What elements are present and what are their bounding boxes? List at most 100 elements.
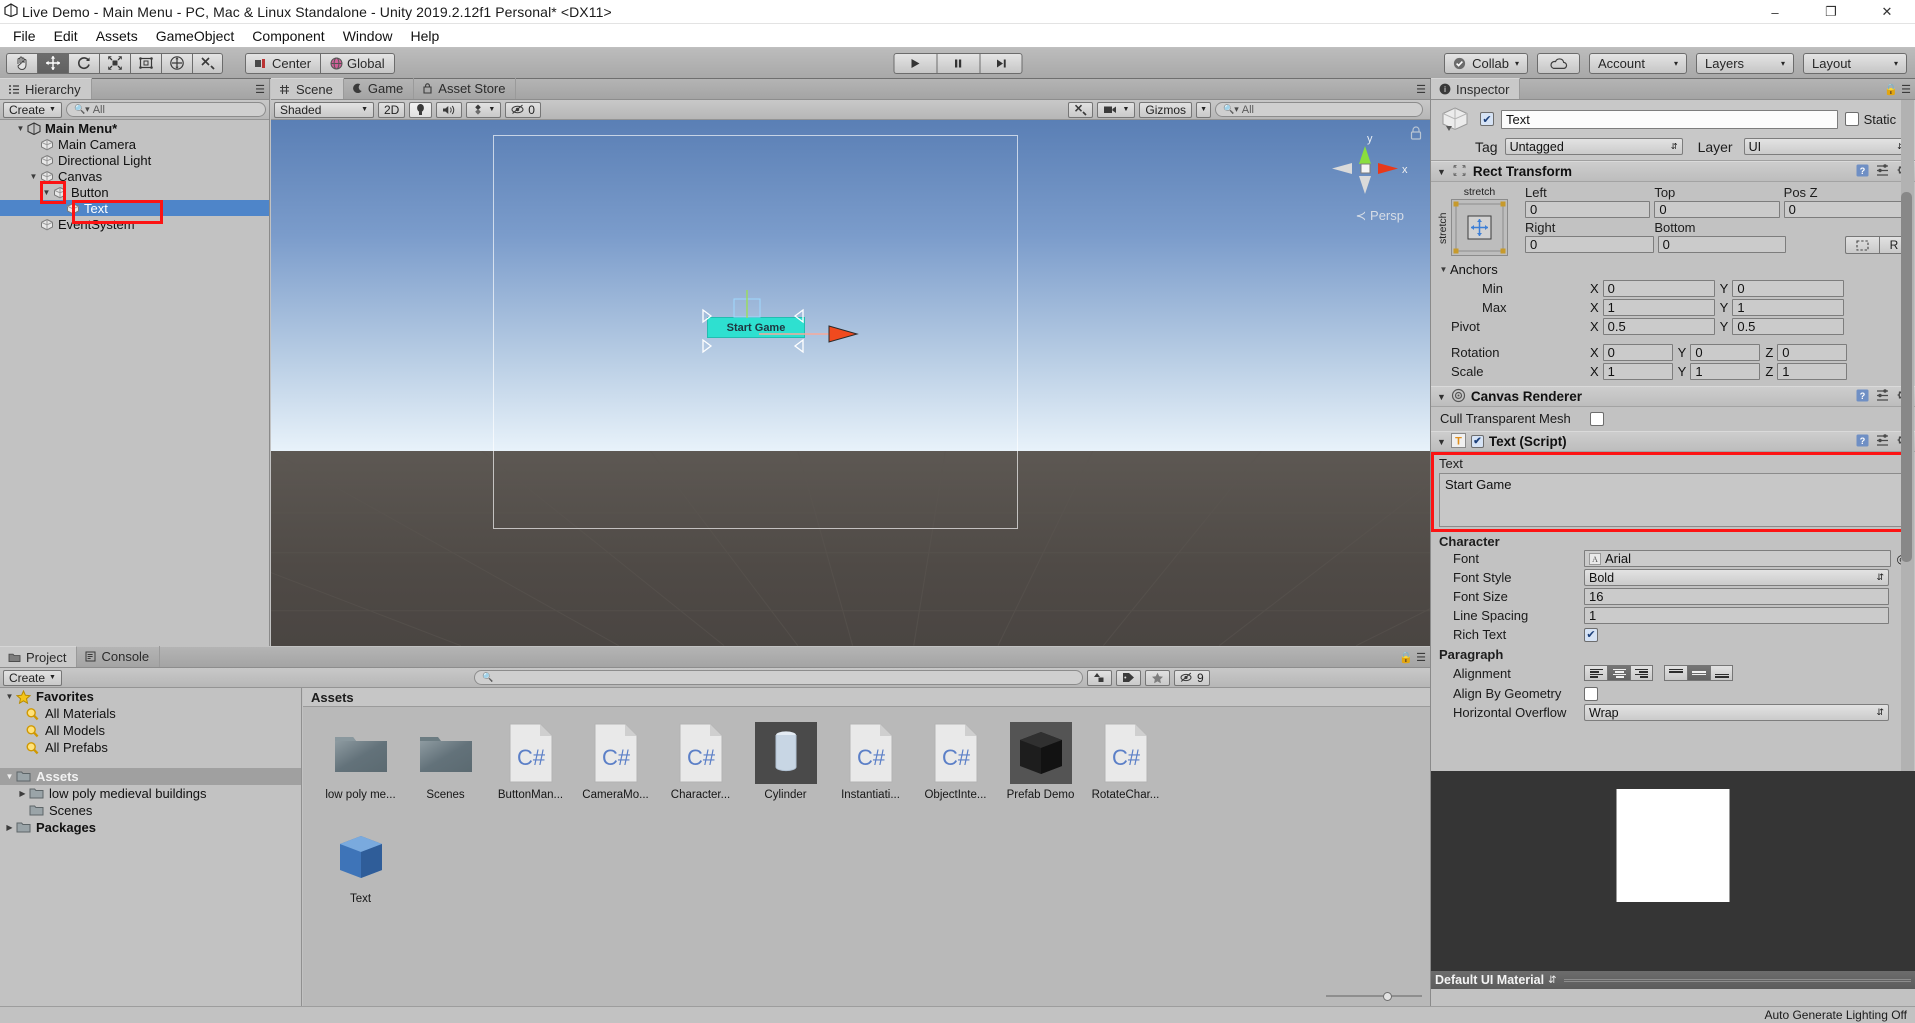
posz-field[interactable]: 0 (1783, 201, 1909, 218)
scene-search-input[interactable]: 🔍▾ All (1215, 102, 1423, 117)
project-row-all-materials[interactable]: All Materials (0, 705, 301, 722)
foldout-icon[interactable] (3, 692, 16, 701)
close-button[interactable]: ✕ (1859, 0, 1915, 24)
project-row-assets[interactable]: Assets (0, 768, 301, 785)
asset-item-character[interactable]: C# Character... (665, 721, 736, 801)
foldout-icon-button[interactable] (40, 188, 53, 197)
component-header-rect-transform[interactable]: ▼ Rect Transform ? (1431, 161, 1915, 182)
rect-tool-button[interactable] (130, 52, 161, 74)
preset-icon[interactable] (1876, 163, 1889, 180)
slider-knob[interactable] (1383, 991, 1392, 1001)
text-script-enabled-checkbox[interactable]: ✔ (1470, 435, 1484, 448)
tab-inspector[interactable]: i Inspector (1431, 78, 1521, 99)
cull-transparent-mesh-checkbox[interactable] (1590, 411, 1604, 426)
scale-z-field[interactable]: 1 (1777, 363, 1848, 380)
foldout-icon[interactable]: ▼ (1437, 392, 1446, 402)
inspector-scrollbar-thumb[interactable] (1901, 192, 1912, 562)
anchor-min-y-field[interactable]: 0 (1732, 280, 1845, 297)
pause-button[interactable] (936, 52, 979, 74)
align-bottom-button[interactable] (1710, 665, 1733, 681)
asset-zoom-slider[interactable] (1326, 989, 1422, 1003)
minimize-button[interactable]: – (1747, 0, 1803, 24)
menu-gameobject[interactable]: GameObject (147, 26, 244, 46)
help-icon[interactable]: ? (1856, 389, 1869, 405)
align-by-geometry-checkbox[interactable] (1584, 686, 1598, 701)
project-row-favorites[interactable]: Favorites (0, 688, 301, 705)
hierarchy-panel-menu[interactable]: ☰ (255, 83, 265, 96)
hierarchy-row-eventsystem[interactable]: EventSystem (0, 216, 269, 232)
top-field[interactable]: 0 (1654, 201, 1780, 218)
play-button[interactable] (893, 52, 936, 74)
rotate-tool-button[interactable] (68, 52, 99, 74)
hidden-packages-button[interactable]: 9 (1173, 669, 1210, 686)
tab-scene[interactable]: Scene (271, 78, 344, 99)
space-mode-button[interactable]: Global (320, 52, 395, 74)
align-center-button[interactable] (1607, 665, 1630, 681)
gameobject-enabled-checkbox[interactable]: ✔ (1480, 112, 1494, 126)
scene-fx-dropdown[interactable]: ▼ (466, 101, 502, 118)
asset-item-buttonmanager[interactable]: C# ButtonMan... (495, 721, 566, 801)
horizontal-overflow-dropdown[interactable]: Wrap ⇵ (1584, 704, 1889, 721)
tag-dropdown[interactable]: Untagged ⇵ (1504, 138, 1683, 155)
static-checkbox[interactable] (1844, 112, 1859, 126)
scene-audio-toggle[interactable] (436, 101, 463, 118)
bottom-field[interactable]: 0 (1657, 236, 1787, 253)
layer-dropdown[interactable]: UI ⇵ (1743, 138, 1909, 155)
anchor-preset-button[interactable] (1451, 199, 1508, 256)
anchor-max-x-field[interactable]: 1 (1602, 299, 1715, 316)
tab-console[interactable]: Console (77, 646, 161, 667)
asset-item-cylinder[interactable]: Cylinder (750, 721, 821, 801)
hand-tool-button[interactable] (6, 52, 37, 74)
panel-options-icon[interactable]: ☰ (255, 83, 265, 96)
scene-start-game-button[interactable]: Start Game (707, 317, 805, 338)
panel-options-icon[interactable]: ☰ (1901, 83, 1911, 96)
draw-mode-dropdown[interactable]: Shaded ▼ (274, 101, 374, 118)
align-right-button[interactable] (1630, 665, 1653, 681)
hierarchy-create-button[interactable]: Create ▼ (3, 101, 62, 118)
menu-help[interactable]: Help (401, 26, 448, 46)
inspector-panel-menu[interactable]: 🔒 ☰ (1884, 83, 1911, 96)
menu-file[interactable]: File (4, 26, 45, 46)
layout-dropdown[interactable]: Layout ▾ (1803, 52, 1907, 74)
pivot-mode-button[interactable]: Center (245, 52, 321, 74)
tab-asset-store[interactable]: Asset Store (414, 78, 517, 99)
align-top-button[interactable] (1664, 665, 1687, 681)
rotation-z-field[interactable]: 0 (1777, 344, 1848, 361)
custom-tool-button[interactable] (192, 52, 223, 74)
project-row-low-poly[interactable]: low poly medieval buildings (0, 785, 301, 802)
foldout-icon[interactable] (3, 772, 16, 781)
project-row-all-models[interactable]: All Models (0, 722, 301, 739)
project-search-input[interactable]: 🔍 (473, 670, 1083, 685)
line-spacing-field[interactable]: 1 (1584, 607, 1889, 624)
hierarchy-row-canvas[interactable]: Canvas (0, 168, 269, 184)
gizmos-dropdown-arrow[interactable]: ▼ (1196, 101, 1211, 118)
asset-item-prefab-demo[interactable]: Prefab Demo (1005, 721, 1076, 801)
project-row-packages[interactable]: Packages (0, 819, 301, 836)
preset-icon[interactable] (1876, 433, 1889, 450)
scene-viewport[interactable]: Start Game y x ≺ Persp (271, 120, 1430, 646)
lock-icon[interactable]: 🔒 (1884, 83, 1898, 96)
anchors-foldout-row[interactable]: Anchors (1437, 260, 1909, 279)
align-middle-button[interactable] (1687, 665, 1710, 681)
text-property-textarea[interactable]: Start Game (1439, 473, 1907, 527)
favorite-filter-button[interactable] (1144, 669, 1170, 686)
move-tool-button[interactable] (37, 52, 68, 74)
foldout-icon[interactable]: ▼ (1437, 437, 1446, 447)
component-header-text-script[interactable]: ▼ T ✔ Text (Script) ? (1431, 431, 1915, 452)
menu-assets[interactable]: Assets (87, 26, 147, 46)
rich-text-checkbox[interactable]: ✔ (1584, 627, 1598, 642)
static-toggle[interactable]: Static ▼ (1844, 112, 1909, 127)
help-icon[interactable]: ? (1856, 434, 1869, 450)
hierarchy-search-input[interactable]: 🔍▾ All (65, 102, 266, 117)
asset-item-instantiation[interactable]: C# Instantiati... (835, 721, 906, 801)
lock-icon[interactable] (1410, 126, 1422, 140)
collab-button[interactable]: Collab ▾ (1444, 52, 1528, 74)
scene-visibility-toggle[interactable]: 0 (505, 101, 541, 118)
anchor-max-y-field[interactable]: 1 (1732, 299, 1845, 316)
foldout-icon[interactable] (14, 124, 27, 133)
rotation-x-field[interactable]: 0 (1602, 344, 1673, 361)
scene-axis-gizmo[interactable]: y x (1320, 132, 1410, 202)
foldout-icon[interactable] (1437, 265, 1450, 274)
foldout-icon[interactable] (27, 172, 40, 181)
align-left-button[interactable] (1584, 665, 1607, 681)
